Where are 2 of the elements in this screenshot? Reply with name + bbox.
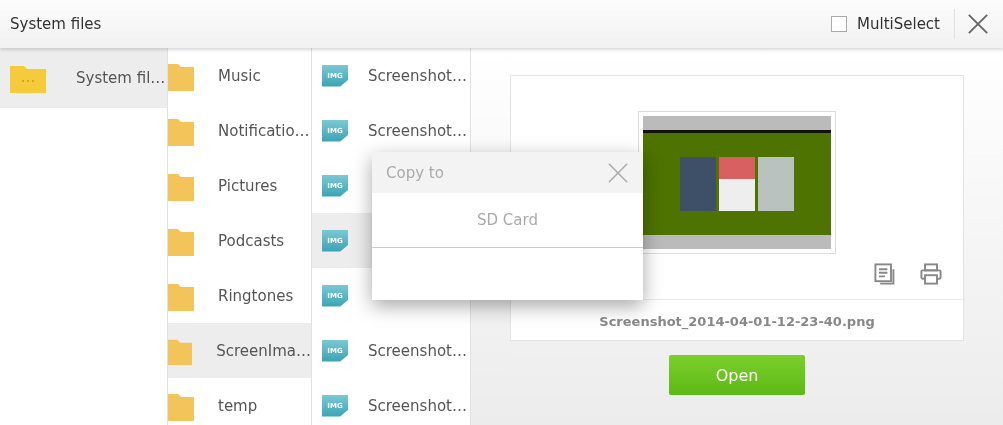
window-title: System files: [10, 15, 102, 33]
dialog-title: Copy to: [386, 163, 444, 182]
